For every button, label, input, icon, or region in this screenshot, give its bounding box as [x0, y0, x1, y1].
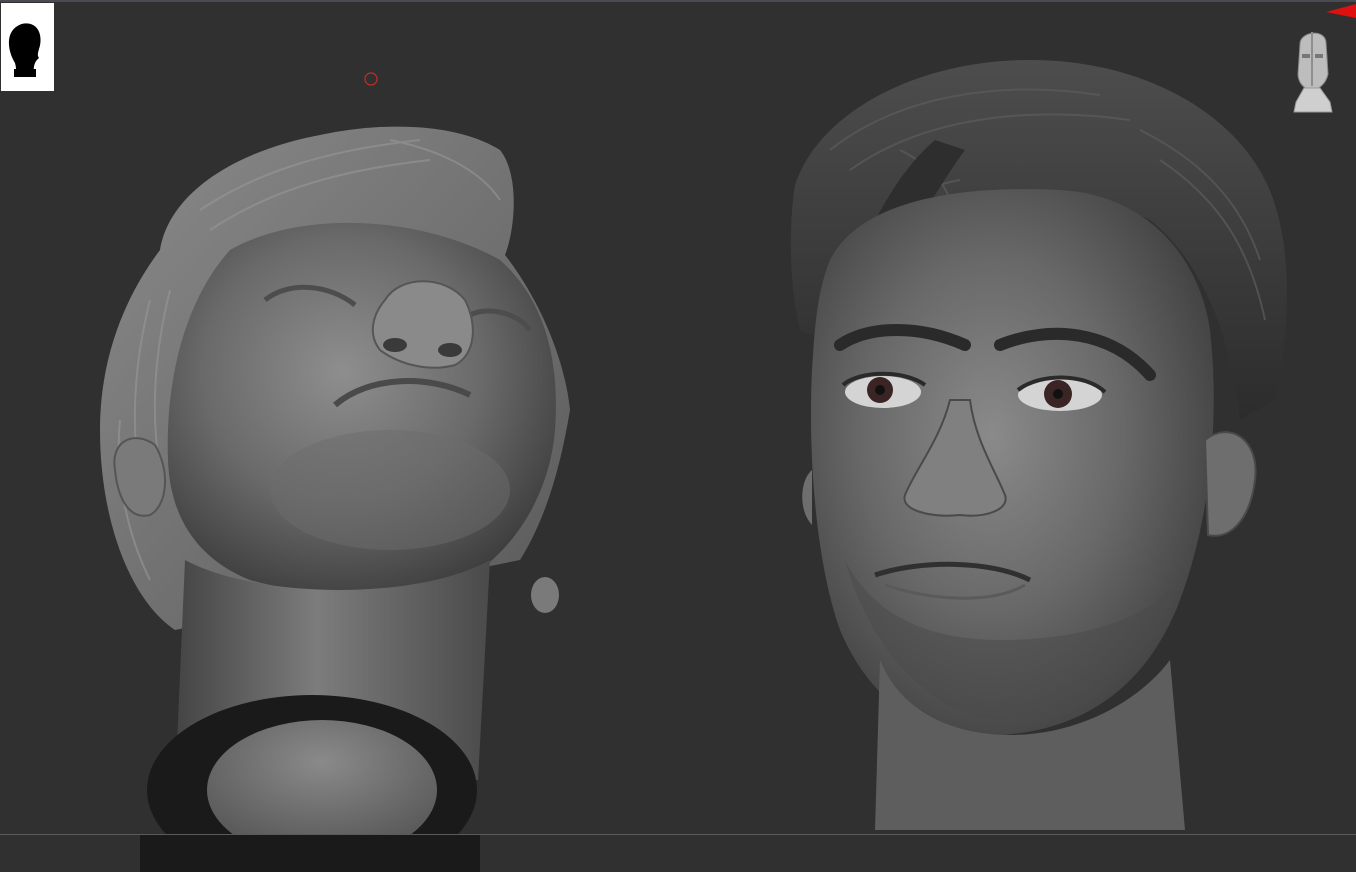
red-triangle-marker: [1322, 2, 1356, 20]
nostril-right: [438, 343, 462, 357]
head-sculpt-upward-view[interactable]: [100, 126, 570, 872]
right-head-ear-left: [802, 470, 812, 525]
left-head-base-shadow: [140, 835, 480, 872]
alpha-thumbnail[interactable]: [1, 3, 54, 91]
head-silhouette-icon: [8, 23, 41, 77]
right-head-pupil-right: [1053, 389, 1063, 399]
navigation-gizmo[interactable]: [1284, 22, 1340, 116]
zbrush-canvas-viewport[interactable]: [0, 0, 1356, 872]
left-head-chin: [270, 430, 510, 550]
viewport-floor-line: [0, 834, 1356, 835]
mannequin-head-icon: [1293, 32, 1333, 113]
right-head-ear-right: [1203, 431, 1257, 537]
head-sculpt-front-view[interactable]: [790, 60, 1287, 830]
brush-cursor: [363, 71, 379, 87]
left-head-ear-right: [531, 577, 559, 613]
right-head-pupil-left: [875, 385, 885, 395]
nostril-left: [383, 338, 407, 352]
sculpt-scene[interactable]: [0, 0, 1356, 872]
brush-cursor-ring-icon: [364, 72, 378, 86]
red-triangle-icon: [1326, 4, 1356, 18]
